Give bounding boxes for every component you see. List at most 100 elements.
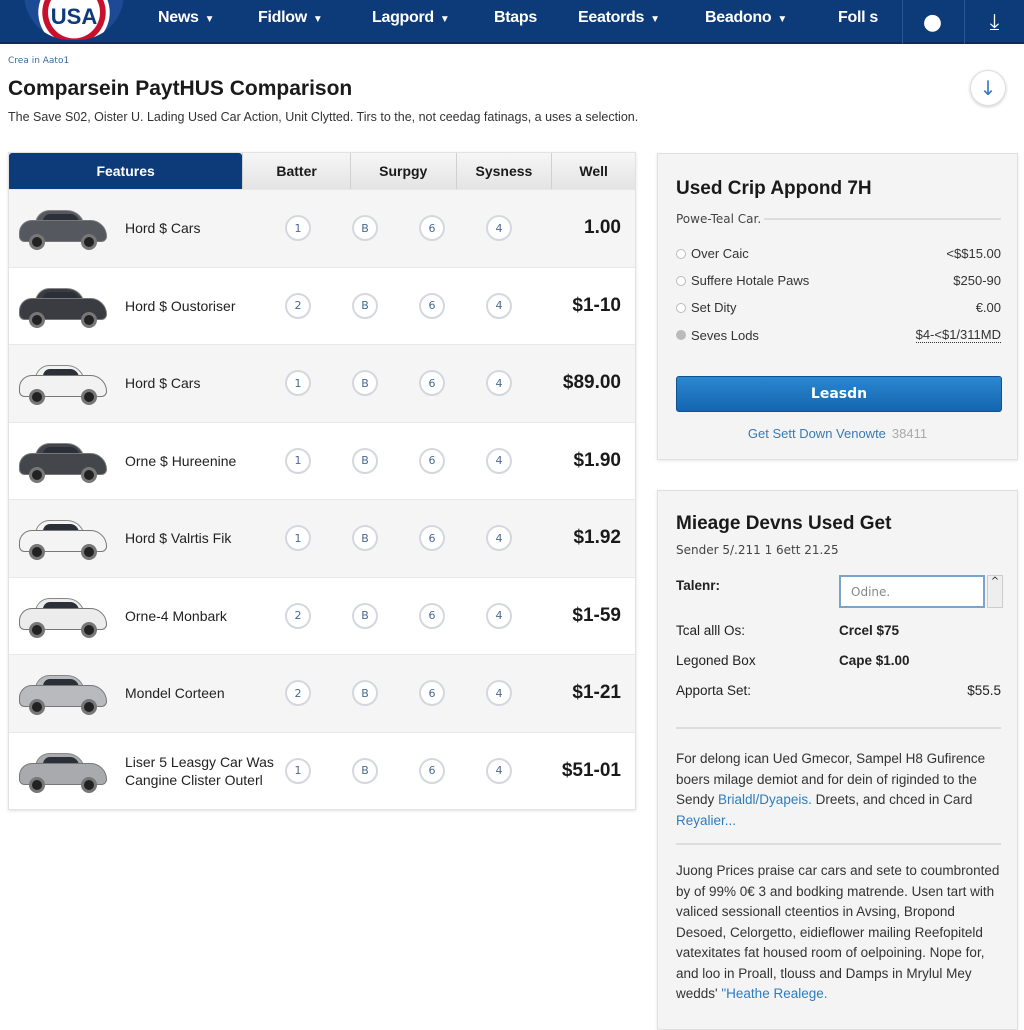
rating-badge: 2 bbox=[285, 680, 311, 707]
panel-title: Used Crip Appond 7H bbox=[676, 178, 872, 199]
nav-item[interactable]: Lagpord ▼ bbox=[372, 9, 450, 27]
car-name: Hord $ Cars bbox=[125, 375, 201, 392]
car-image bbox=[17, 749, 109, 793]
chevron-down-icon: ▼ bbox=[204, 14, 215, 25]
rating-badge: 4 bbox=[486, 292, 512, 319]
rating-badge: B bbox=[352, 680, 378, 707]
nav-item[interactable]: Beadono ▼ bbox=[705, 9, 787, 27]
divider bbox=[676, 843, 1001, 845]
table-row[interactable]: Hord $ Valrtis Fik 1 B 6 4 $1.92 bbox=[9, 499, 635, 577]
rating-badge: 6 bbox=[419, 602, 445, 629]
summary-label: Legoned Box bbox=[676, 653, 756, 668]
column-header[interactable]: Well bbox=[551, 153, 635, 189]
summary-value: Cape $1.00 bbox=[839, 653, 910, 668]
breadcrumb[interactable]: Crea in Aato1 bbox=[8, 56, 69, 66]
inline-link[interactable]: "Heathe Realege. bbox=[721, 986, 827, 1001]
nav-item[interactable]: Eeatords ▼ bbox=[578, 9, 660, 27]
nav-item[interactable]: Btaps bbox=[494, 9, 537, 27]
car-image bbox=[17, 516, 109, 561]
table-row[interactable]: Liser 5 Leasgy Car Was Cangine Clister O… bbox=[9, 731, 635, 809]
rating-badge: 1 bbox=[285, 447, 311, 474]
nav-item[interactable]: Foll s bbox=[838, 9, 878, 27]
rating-badge: B bbox=[352, 292, 378, 319]
top-nav: USA News ▼ Fidlow ▼ Lagpord ▼ Btaps Eeatords ▼ Be… bbox=[0, 0, 1024, 44]
lightbulb-icon[interactable]: ● bbox=[902, 0, 962, 44]
inline-link[interactable]: Brialdl/Dyapeis. bbox=[718, 792, 812, 807]
price: $1-59 bbox=[572, 604, 621, 626]
divider bbox=[764, 218, 1001, 220]
rating-badge: B bbox=[352, 525, 378, 552]
table-row[interactable]: Mondel Corteen 2 B 6 4 $1-21 bbox=[9, 654, 635, 732]
table-row[interactable]: Hord $ Cars 1 B 6 4 1.00 bbox=[9, 189, 635, 267]
car-image bbox=[17, 361, 109, 406]
rating-badge: 6 bbox=[419, 215, 445, 242]
info-paragraph: For delong ican Ued Gmecor, Sampel H8 Gu… bbox=[676, 751, 986, 828]
nav-item[interactable]: News ▼ bbox=[158, 9, 215, 27]
radio-button[interactable] bbox=[676, 275, 686, 286]
column-header[interactable]: Batter bbox=[242, 153, 350, 189]
price-option[interactable]: Over Caic <$$15.00 bbox=[676, 246, 1001, 261]
rating-badge: B bbox=[352, 602, 378, 629]
radio-button[interactable] bbox=[676, 302, 686, 313]
table-row[interactable]: Hord $ Oustoriser 2 B 6 4 $1-10 bbox=[9, 266, 635, 344]
rating-badge: 4 bbox=[486, 525, 512, 552]
comparison-table: Features Batter Surpgy Sysness Well Hord $ C… bbox=[8, 152, 636, 810]
radio-button[interactable] bbox=[676, 330, 686, 340]
download-icon[interactable]: ↓ bbox=[970, 70, 1006, 106]
car-name: Orne-4 Monbark bbox=[125, 607, 227, 624]
table-row[interactable]: Hord $ Cars 1 B 6 4 $89.00 bbox=[9, 344, 635, 422]
price: $51-01 bbox=[561, 759, 621, 781]
chevron-down-icon: ▼ bbox=[777, 14, 787, 25]
spinner-up-button[interactable]: ^ bbox=[987, 575, 1003, 608]
price: $1.90 bbox=[573, 449, 621, 471]
table-row[interactable]: Orne $ Hureenine 1 B 6 4 $1.90 bbox=[9, 421, 635, 499]
radio-button[interactable] bbox=[676, 248, 686, 259]
price-option[interactable]: Suffere Hotale Paws $250-90 bbox=[676, 273, 1001, 288]
table-row[interactable]: Orne-4 Monbark 2 B 6 4 $1-59 bbox=[9, 576, 635, 654]
car-name: Liser 5 Leasgy Car Was Cangine Clister O… bbox=[125, 753, 274, 788]
usa-logo[interactable]: USA bbox=[24, 0, 124, 40]
mileage-input[interactable]: Odine. bbox=[839, 575, 985, 608]
car-name: Hord $ Valrtis Fik bbox=[125, 530, 232, 547]
rating-badge: 4 bbox=[486, 215, 512, 242]
lease-button[interactable]: Leasdn bbox=[676, 376, 1002, 412]
car-image bbox=[17, 206, 109, 251]
inline-link[interactable]: Reyalier... bbox=[676, 813, 736, 828]
get-sett-link[interactable]: Get Sett Down Venowte 38411 bbox=[658, 426, 1017, 441]
page-description: The Save S02, Oister U. Lading Used Car … bbox=[8, 110, 639, 124]
summary-value: Crcel $75 bbox=[839, 623, 900, 638]
car-image bbox=[17, 284, 109, 328]
rating-badge: 4 bbox=[486, 680, 512, 707]
rating-badge: 2 bbox=[285, 602, 311, 629]
panel-subtitle: Powe-Teal Car. bbox=[676, 212, 762, 226]
column-header[interactable]: Features bbox=[9, 153, 243, 189]
rating-badge: B bbox=[352, 447, 378, 474]
price: 1.00 bbox=[584, 217, 621, 239]
divider bbox=[676, 727, 1001, 729]
summary-value: $55.5 bbox=[967, 683, 1001, 698]
panel-title: Mieage Devns Used Get bbox=[676, 513, 892, 534]
rating-badge: 6 bbox=[419, 292, 445, 319]
nav-item[interactable]: Fidlow ▼ bbox=[258, 9, 323, 27]
car-image bbox=[17, 594, 109, 638]
car-name: Hord $ Oustoriser bbox=[125, 297, 236, 314]
rating-badge: 4 bbox=[486, 447, 512, 474]
download-icon[interactable]: ⤓ bbox=[964, 0, 1024, 44]
mileage-panel: Mieage Devns Used Get Sender 5/.211 1 6e… bbox=[657, 490, 1018, 1030]
car-name: Mondel Corteen bbox=[125, 685, 225, 702]
rating-badge: 1 bbox=[285, 525, 311, 552]
rating-badge: B bbox=[352, 215, 378, 242]
rating-badge: 1 bbox=[285, 757, 311, 784]
rating-badge: 6 bbox=[419, 757, 445, 784]
chevron-down-icon: ▼ bbox=[650, 14, 660, 25]
rating-badge: 6 bbox=[419, 525, 445, 552]
price: $1.92 bbox=[573, 527, 621, 549]
car-name: Hord $ Cars bbox=[125, 220, 201, 237]
column-header[interactable]: Surpgy bbox=[349, 153, 456, 189]
column-header[interactable]: Sysness bbox=[455, 153, 552, 189]
price-option[interactable]: Set Dity €.00 bbox=[676, 300, 1001, 315]
rating-badge: 6 bbox=[419, 447, 445, 474]
input-label: Talenr: bbox=[676, 578, 721, 593]
price-option[interactable]: Seves Lods $4-<$1/311MD bbox=[676, 327, 1001, 343]
summary-label: Tcal alll Os: bbox=[676, 623, 746, 638]
